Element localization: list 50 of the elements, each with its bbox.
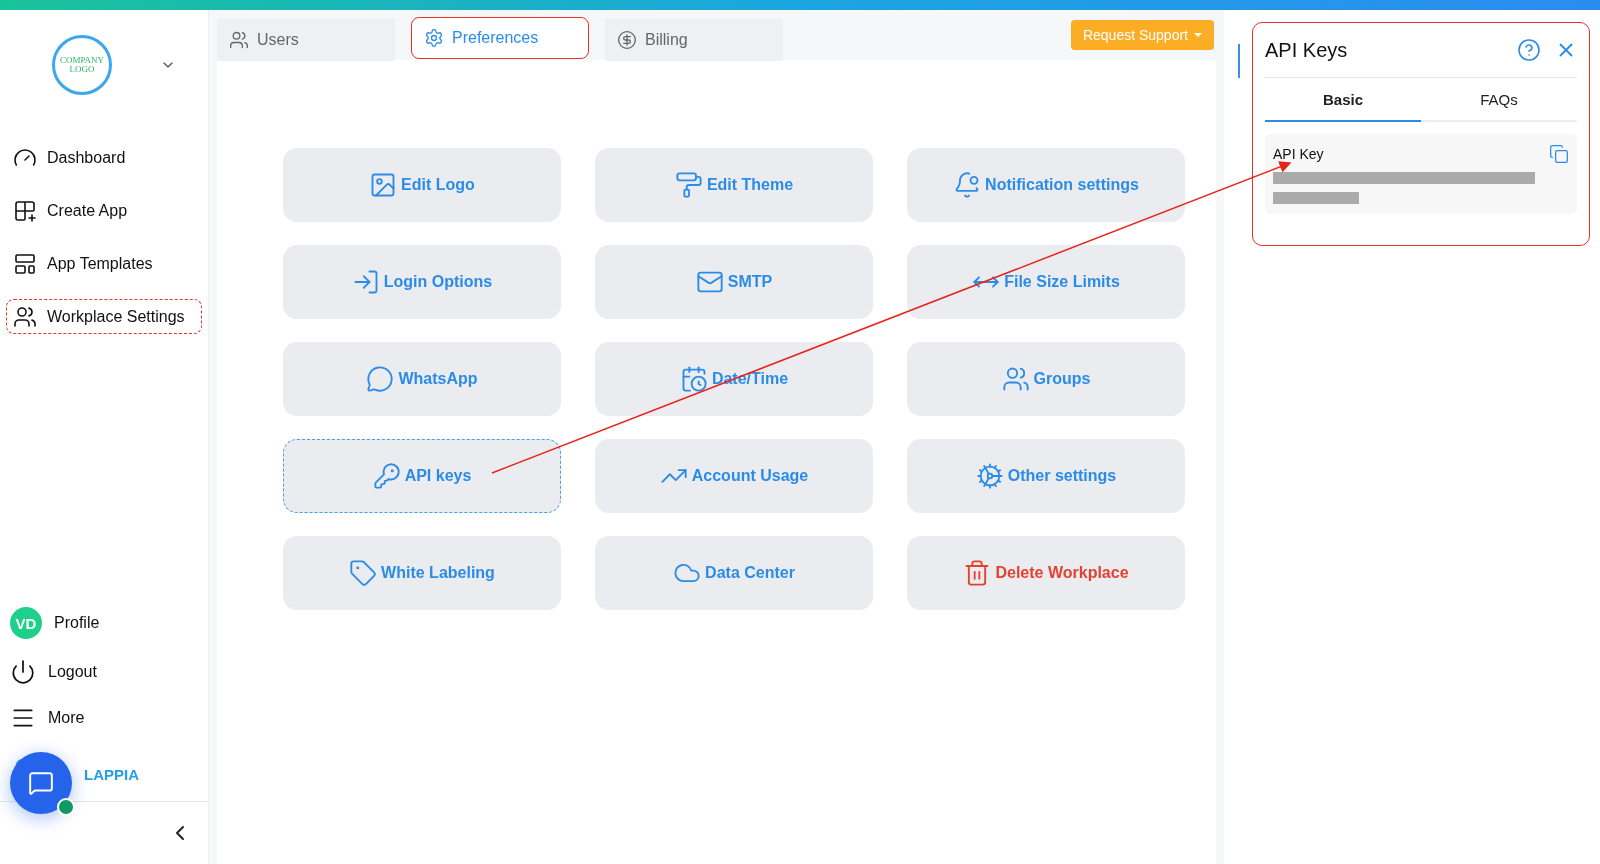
nav-item[interactable]: More [48,709,85,727]
field-label: API Key [1273,146,1324,162]
chat-button[interactable] [10,752,72,814]
panel-tab[interactable]: Basic [1265,78,1421,122]
users-icon [1001,365,1030,393]
dollar-icon [617,30,637,50]
settings-tile[interactable]: Edit Logo [283,148,561,222]
avatar[interactable]: VD [10,607,42,639]
tab[interactable]: Preferences [411,17,589,59]
settings-tile[interactable]: Data Center [595,536,873,610]
nav-item[interactable]: Create App [6,193,202,228]
layout-icon [13,251,37,276]
settings-tile[interactable]: Groups [907,342,1185,416]
profile-link[interactable]: Profile [54,614,100,632]
settings-tile[interactable]: SMTP [595,245,873,319]
nav-item[interactable]: Logout [48,663,97,681]
nav-item[interactable]: Workplace Settings [6,299,202,334]
request-support-button[interactable]: Request Support [1070,20,1214,50]
tab[interactable]: Billing [605,19,783,61]
settings-tile[interactable]: API keys [283,439,561,513]
power-icon[interactable] [10,659,36,685]
users-icon [229,30,249,50]
panel-tab[interactable]: FAQs [1421,78,1577,122]
settings-tile[interactable]: Notification settings [907,148,1185,222]
settings-tile[interactable]: WhatsApp [283,342,561,416]
copy-icon[interactable] [1549,144,1569,164]
settings-tile[interactable]: Login Options [283,245,561,319]
settings-tile[interactable]: Edit Theme [595,148,873,222]
tag-icon [349,559,378,587]
message-icon [28,770,54,796]
tab[interactable]: Users [217,19,395,61]
paint-roller-icon [674,171,703,199]
settings-icon [424,28,444,48]
cog-icon [975,462,1004,490]
grid-plus-icon [13,198,37,223]
nav-item[interactable]: Dashboard [6,140,202,175]
settings-tile[interactable]: Delete Workplace [907,536,1185,610]
settings-tile[interactable]: File Size Limits [907,245,1185,319]
settings-tile[interactable]: White Labeling [283,536,561,610]
brand-name: LAPPIA [84,765,139,783]
nav-item[interactable]: App Templates [6,246,202,281]
settings-tile[interactable]: Account Usage [595,439,873,513]
online-dot [57,798,75,816]
panel-title: API Keys [1265,38,1349,62]
users-icon [13,304,37,329]
help-icon[interactable] [1517,38,1541,62]
settings-tile[interactable]: Other settings [907,439,1185,513]
company-logo: COMPANY LOGO [52,35,112,95]
key-icon [372,462,401,490]
chat-icon [366,365,395,393]
